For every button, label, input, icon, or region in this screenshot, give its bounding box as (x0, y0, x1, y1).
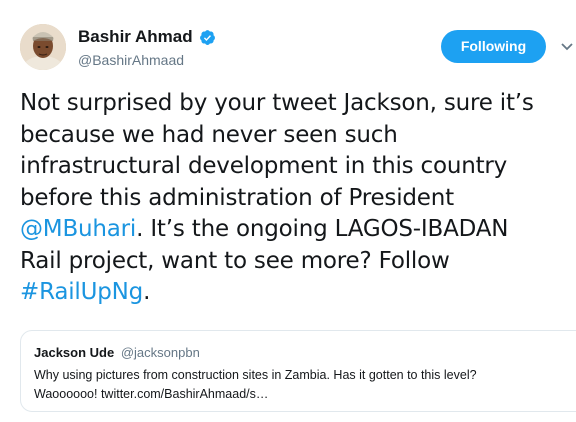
author-handle[interactable]: @BashirAhmaad (78, 52, 184, 68)
tweet-card: Bashir Ahmad @BashirAhmaad Following Not… (0, 0, 576, 422)
quoted-author-handle: @jacksonpbn (120, 345, 200, 360)
tweet-text-part1: Not surprised by your tweet Jackson, sur… (20, 90, 534, 211)
tweet-text: Not surprised by your tweet Jackson, sur… (20, 88, 572, 309)
quoted-author-name: Jackson Ude (34, 345, 115, 360)
author-name-row[interactable]: Bashir Ahmad (78, 27, 216, 47)
hashtag-link[interactable]: #RailUpNg (20, 279, 143, 305)
verified-badge-icon (199, 29, 215, 45)
following-button[interactable]: Following (441, 30, 546, 63)
chevron-down-icon[interactable] (561, 42, 573, 52)
avatar-photo (20, 24, 66, 70)
quoted-tweet-text: Why using pictures from construction sit… (34, 368, 477, 401)
user-avatar[interactable] (20, 24, 66, 70)
author-display-name[interactable]: Bashir Ahmad (78, 27, 193, 47)
quoted-tweet-header: Jackson Ude @jacksonpbn (34, 345, 200, 360)
tweet-text-part3: . (143, 279, 151, 305)
mention-link[interactable]: @MBuhari (20, 216, 136, 242)
quoted-tweet-card[interactable]: Jackson Ude @jacksonpbn Why using pictur… (20, 330, 576, 412)
